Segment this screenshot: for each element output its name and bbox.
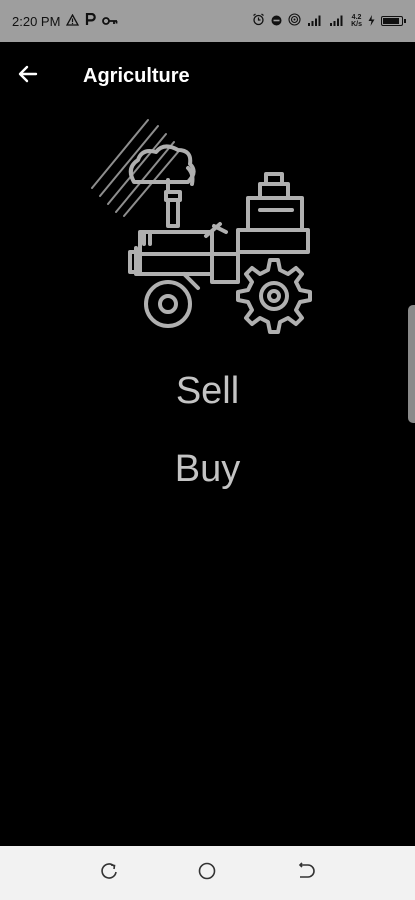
buy-button[interactable]: Buy: [0, 448, 415, 491]
status-time: 2:20 PM: [12, 13, 61, 29]
page-title: Agriculture: [83, 64, 190, 87]
edge-panel-handle[interactable]: [408, 305, 415, 423]
arrow-left-icon: [16, 62, 40, 91]
battery-icon: [381, 16, 406, 26]
status-right: 4.2 K/s: [252, 13, 406, 29]
parking-icon: [85, 12, 97, 29]
tractor-icon: [88, 112, 318, 342]
warning-icon: [66, 13, 80, 28]
status-bar: 2:20 PM 4.2 K/s: [0, 0, 415, 42]
app-bar: Agriculture: [0, 42, 415, 110]
navigation-bar: [0, 846, 415, 900]
home-icon: [197, 861, 217, 886]
network-speed-value: 4.2: [351, 14, 362, 21]
back-icon: [296, 861, 316, 886]
battery-level: [383, 18, 399, 24]
charging-icon: [368, 14, 375, 29]
system-back-button[interactable]: [286, 853, 326, 893]
recents-icon: [99, 861, 119, 886]
recents-button[interactable]: [89, 853, 129, 893]
network-speed: 4.2 K/s: [351, 14, 362, 28]
network-speed-unit: K/s: [351, 21, 362, 28]
key-icon: [102, 14, 118, 29]
hotspot-icon: [288, 13, 301, 29]
dnd-icon: [271, 14, 282, 29]
sell-button[interactable]: Sell: [0, 370, 415, 413]
signal-icon: [307, 14, 323, 29]
alarm-icon: [252, 13, 265, 29]
home-button[interactable]: [187, 853, 227, 893]
status-left: 2:20 PM: [12, 12, 118, 29]
signal-icon: [329, 14, 345, 29]
back-button[interactable]: [0, 48, 56, 104]
